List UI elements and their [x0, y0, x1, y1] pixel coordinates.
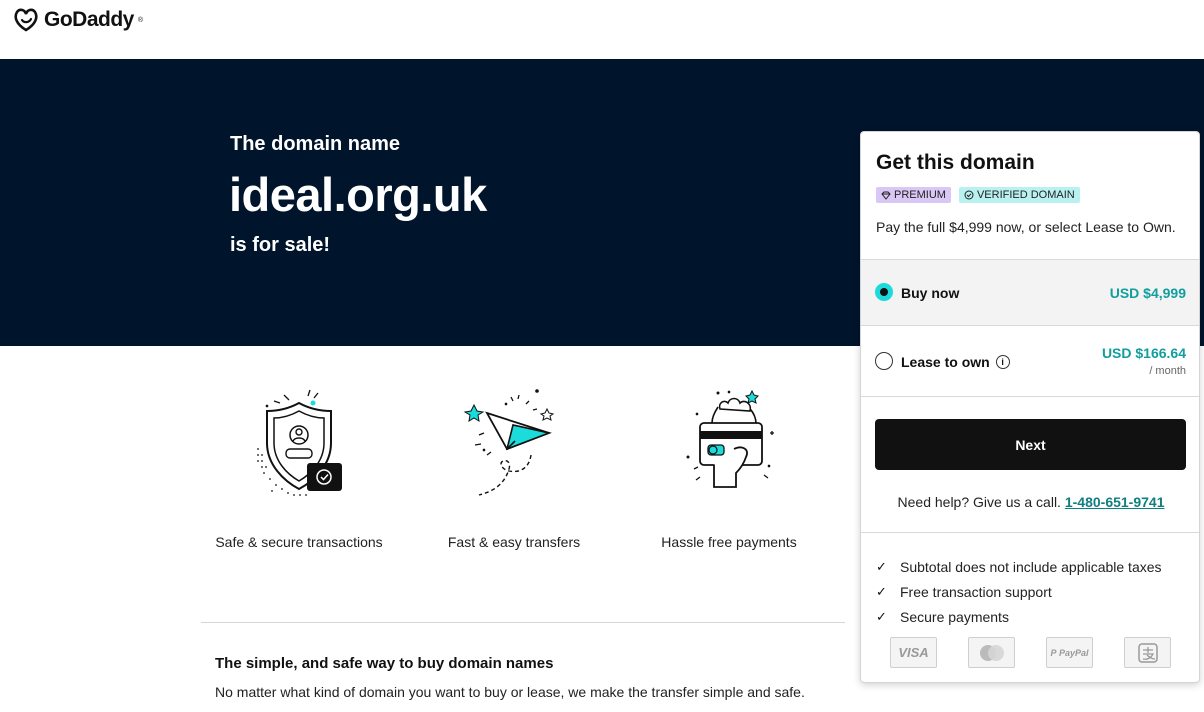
benefit-item: ✓ Secure payments [876, 604, 1162, 629]
card-title: Get this domain [876, 151, 1035, 174]
mastercard-circles-icon [979, 644, 1004, 661]
lease-label-group: Lease to own i [901, 354, 1010, 370]
lease-price: USD $166.64 [1101, 345, 1186, 361]
check-icon: ✓ [876, 558, 887, 574]
section-divider [201, 622, 845, 623]
mastercard-icon [968, 637, 1015, 668]
info-icon[interactable]: i [995, 355, 1010, 369]
visa-label: VISA [898, 645, 929, 660]
card-hand-icon [686, 389, 774, 488]
paypal-label: PayPal [1058, 647, 1089, 658]
paper-plane-icon [463, 389, 555, 496]
godaddy-logo-icon [14, 8, 38, 32]
feature-label: Fast & easy transfers [447, 534, 581, 550]
lease-per-month: / month [1149, 365, 1186, 377]
shield-icon [257, 389, 342, 496]
feature-label: Safe & secure transactions [215, 534, 383, 550]
verified-check-icon [964, 190, 974, 200]
info-text: No matter what kind of domain you want t… [215, 684, 805, 700]
feature-label: Hassle free payments [661, 534, 797, 550]
lease-radio[interactable] [875, 352, 893, 370]
logo-trademark: ® [137, 16, 144, 24]
benefit-item: ✓ Subtotal does not include applicable t… [876, 554, 1162, 579]
feature-hassle-free: Hassle free payments [644, 383, 814, 553]
option-buy-now[interactable]: Buy now USD $4,999 [861, 259, 1199, 325]
check-icon: ✓ [876, 608, 887, 624]
alipay-logo-icon [1137, 642, 1158, 663]
buy-now-label: Buy now [901, 285, 960, 301]
info-heading: The simple, and safe way to buy domain n… [215, 655, 554, 672]
hero-domain-name: ideal.org.uk [229, 168, 487, 221]
benefit-text: Subtotal does not include applicable tax… [900, 558, 1162, 575]
help-line: Need help? Give us a call. 1-480-651-974… [861, 494, 1199, 510]
benefit-item: ✓ Free transaction support [876, 579, 1162, 604]
help-text: Need help? Give us a call. [897, 494, 1061, 510]
card-description: Pay the full $4,999 now, or select Lease… [876, 219, 1176, 235]
lease-label: Lease to own [901, 354, 990, 370]
check-icon: ✓ [876, 583, 887, 599]
diamond-icon [881, 191, 891, 200]
top-bar: GoDaddy ® [0, 0, 1204, 59]
benefits-list: ✓ Subtotal does not include applicable t… [876, 554, 1162, 629]
paypal-icon: P PayPal [1046, 637, 1093, 668]
buy-now-radio[interactable] [875, 283, 893, 301]
logo-text: GoDaddy [44, 8, 134, 31]
buy-now-price: USD $4,999 [1109, 285, 1186, 301]
option-lease-to-own[interactable]: Lease to own i USD $166.64 / month [861, 325, 1199, 397]
payment-methods: VISA P PayPal [890, 637, 1171, 668]
benefit-text: Free transaction support [900, 583, 1052, 600]
godaddy-logo[interactable]: GoDaddy ® [12, 8, 143, 32]
next-button[interactable]: Next [875, 419, 1186, 470]
benefit-text: Secure payments [900, 608, 1009, 625]
card-divider [861, 532, 1199, 533]
premium-badge: PREMIUM [876, 187, 951, 203]
visa-icon: VISA [890, 637, 937, 668]
verified-badge: VERIFIED DOMAIN [958, 187, 1080, 203]
hero-posttext: is for sale! [230, 234, 331, 256]
alipay-icon [1124, 637, 1171, 668]
hero-pretext: The domain name [230, 133, 401, 155]
paypal-p-icon: P [1050, 647, 1059, 658]
feature-fast-transfers: Fast & easy transfers [429, 383, 599, 553]
phone-link[interactable]: 1-480-651-9741 [1065, 494, 1165, 510]
feature-safe-secure: Safe & secure transactions [214, 383, 384, 553]
premium-badge-label: PREMIUM [894, 189, 946, 201]
verified-badge-label: VERIFIED DOMAIN [976, 189, 1075, 201]
purchase-card: Get this domain PREMIUM VERIFIED DOMAIN … [860, 131, 1200, 683]
badges: PREMIUM VERIFIED DOMAIN [876, 187, 1080, 203]
